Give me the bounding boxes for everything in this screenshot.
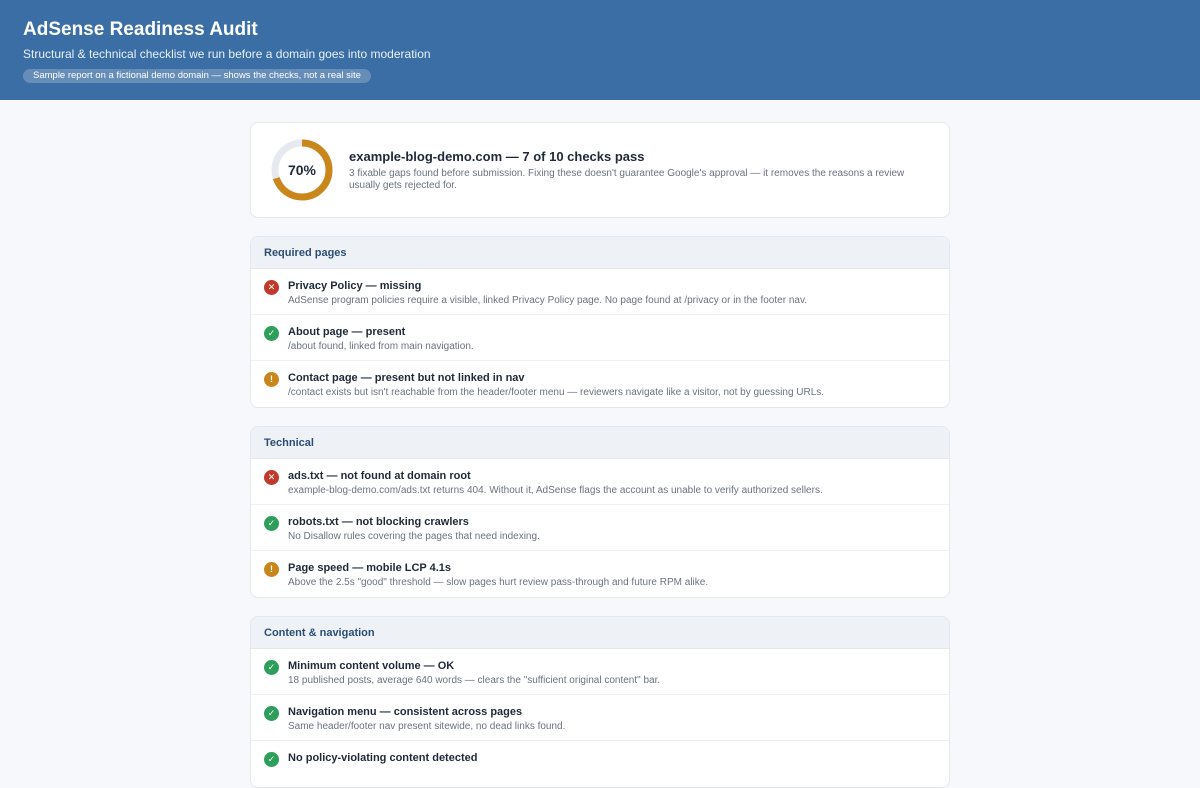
- check-item-description: Same header/footer nav present sitewide,…: [288, 721, 566, 732]
- check-item-body: Page speed — mobile LCP 4.1s Above the 2.…: [288, 561, 936, 589]
- check-item-description: /contact exists but isn't reachable from…: [288, 387, 825, 398]
- check-item-description: /about found, linked from main navigatio…: [288, 341, 474, 352]
- check-item-body: Navigation menu — consistent across page…: [288, 705, 936, 733]
- section-title: Content & navigation: [251, 617, 949, 649]
- check-section: Required pages ✕ Privacy Policy — missing A…: [250, 236, 950, 408]
- section-title: Required pages: [251, 237, 949, 269]
- check-item: ! Page speed — mobile LCP 4.1s Above the 2…: [251, 551, 949, 597]
- check-item-description: 18 published posts, average 640 words — …: [288, 675, 661, 686]
- check-item-description: Above the 2.5s "good" threshold — slow p…: [288, 577, 709, 588]
- page-subtitle: Structural & technical checklist we run …: [23, 47, 431, 61]
- check-item-body: robots.txt — not blocking crawlers No Dis…: [288, 515, 936, 543]
- check-item-title: Minimum content volume — OK: [288, 660, 455, 672]
- check-item: ✓ About page — present/about found, linke…: [251, 315, 949, 361]
- check-item-title: ads.txt — not found at domain root: [288, 470, 471, 482]
- check-item-description: example-blog-demo.com/ads.txt returns 40…: [288, 485, 823, 496]
- status-check-icon: ✓: [264, 706, 279, 721]
- check-item-title: About page — present: [288, 326, 406, 338]
- status-check-icon: ✓: [264, 660, 279, 675]
- status-x-icon: ✕: [264, 470, 279, 485]
- report-container: 70% example-blog-demo.com — 7 of 10 chec…: [250, 122, 950, 788]
- check-item-title: Page speed — mobile LCP 4.1s: [288, 562, 452, 574]
- check-sections: Required pages ✕ Privacy Policy — missing A…: [250, 236, 950, 788]
- status-exclamation-icon: !: [264, 372, 279, 387]
- check-item-body: Contact page — present but not linked in…: [288, 371, 936, 399]
- check-item-title: Privacy Policy — missing: [288, 280, 422, 292]
- check-item: ✕ Privacy Policy — missing AdSense program…: [251, 269, 949, 315]
- check-item-description: No Disallow rules covering the pages tha…: [288, 531, 540, 542]
- status-x-icon: ✕: [264, 280, 279, 295]
- score-ring: 70%: [271, 139, 333, 201]
- check-item-title: robots.txt — not blocking crawlers: [288, 516, 469, 528]
- check-item-body: Privacy Policy — missing AdSense program …: [288, 279, 936, 307]
- score-percentage: 70%: [287, 162, 317, 178]
- check-item: ✕ ads.txt — not found at domain root examp…: [251, 459, 949, 505]
- check-item: ✓ Navigation menu — consistent across pag…: [251, 695, 949, 741]
- check-item-body: About page — present/about found, linked…: [288, 325, 936, 353]
- check-item: ✓ No policy-violating content detected: [251, 741, 949, 787]
- check-item-body: ads.txt — not found at domain root exampl…: [288, 469, 936, 497]
- check-item-body: Minimum content volume — OK 18 published …: [288, 659, 936, 687]
- check-item-body: No policy-violating content detected: [288, 751, 936, 765]
- check-item: ✓ Minimum content volume — OK 18 published…: [251, 649, 949, 695]
- check-item-title: Contact page — present but not linked in…: [288, 372, 525, 384]
- status-check-icon: ✓: [264, 326, 279, 341]
- summary-title: example-blog-demo.com — 7 of 10 checks p…: [349, 148, 645, 164]
- check-item: ✓ robots.txt — not blocking crawlers No Di…: [251, 505, 949, 551]
- check-section: Content & navigation ✓ Minimum content vol…: [250, 616, 950, 788]
- status-check-icon: ✓: [264, 752, 279, 767]
- status-check-icon: ✓: [264, 516, 279, 531]
- status-exclamation-icon: !: [264, 562, 279, 577]
- check-item-description: AdSense program policies require a visib…: [288, 295, 807, 306]
- page-title: AdSense Readiness Audit: [23, 19, 258, 40]
- check-item: ! Contact page — present but not linked i…: [251, 361, 949, 407]
- summary-card: 70% example-blog-demo.com — 7 of 10 chec…: [250, 122, 950, 218]
- sample-report-badge: Sample report on a fictional demo domain…: [23, 69, 371, 83]
- summary-description: 3 fixable gaps found before submission. …: [349, 167, 905, 191]
- summary-text: example-blog-demo.com — 7 of 10 checks p…: [349, 149, 929, 192]
- check-section: Technical ✕ ads.txt — not found at domain …: [250, 426, 950, 598]
- check-item-title: No policy-violating content detected: [288, 752, 478, 764]
- check-item-title: Navigation menu — consistent across page…: [288, 706, 523, 718]
- page-header: AdSense Readiness Audit Structural & tec…: [0, 0, 1200, 100]
- section-title: Technical: [251, 427, 949, 459]
